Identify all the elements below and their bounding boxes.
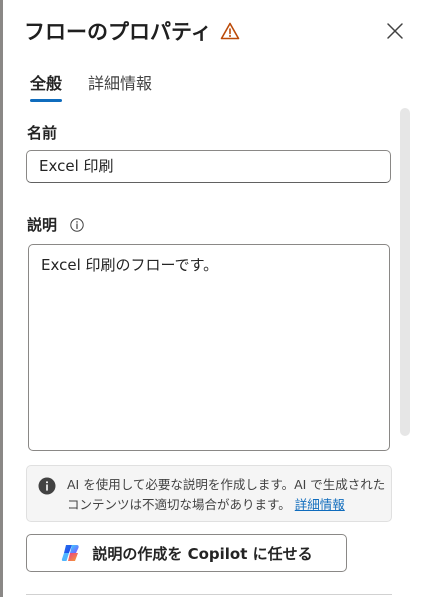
description-label: 説明 <box>27 216 58 234</box>
copilot-button-label: 説明の作成を Copilot に任せる <box>92 544 313 563</box>
scrollbar[interactable] <box>400 108 410 436</box>
close-icon[interactable] <box>384 20 406 42</box>
copilot-icon <box>62 545 80 561</box>
ai-notice: AI を使用して必要な説明を作成します。AI で生成されたコンテンツは不適切な場… <box>26 465 392 522</box>
warning-icon <box>220 22 240 40</box>
copilot-generate-button[interactable]: 説明の作成を Copilot に任せる <box>26 534 347 572</box>
name-label: 名前 <box>27 124 58 142</box>
name-field[interactable]: Excel 印刷 <box>26 150 391 183</box>
tab-details[interactable]: 詳細情報 <box>88 70 152 102</box>
description-field[interactable]: Excel 印刷のフローです。 <box>28 244 390 451</box>
panel-header: フローのプロパティ <box>24 14 240 48</box>
section-divider <box>26 594 392 595</box>
panel-title: フローのプロパティ <box>24 20 212 44</box>
info-icon[interactable] <box>70 218 84 232</box>
info-filled-icon <box>38 477 56 495</box>
description-label-row: 説明 <box>27 214 84 235</box>
tab-general[interactable]: 全般 <box>30 70 63 102</box>
panel-left-border <box>0 0 3 597</box>
notice-text-block: AI を使用して必要な説明を作成します。AI で生成されたコンテンツは不適切な場… <box>67 475 387 515</box>
learn-more-link[interactable]: 詳細情報 <box>295 497 345 512</box>
tab-list: 全般 詳細情報 <box>30 70 152 102</box>
